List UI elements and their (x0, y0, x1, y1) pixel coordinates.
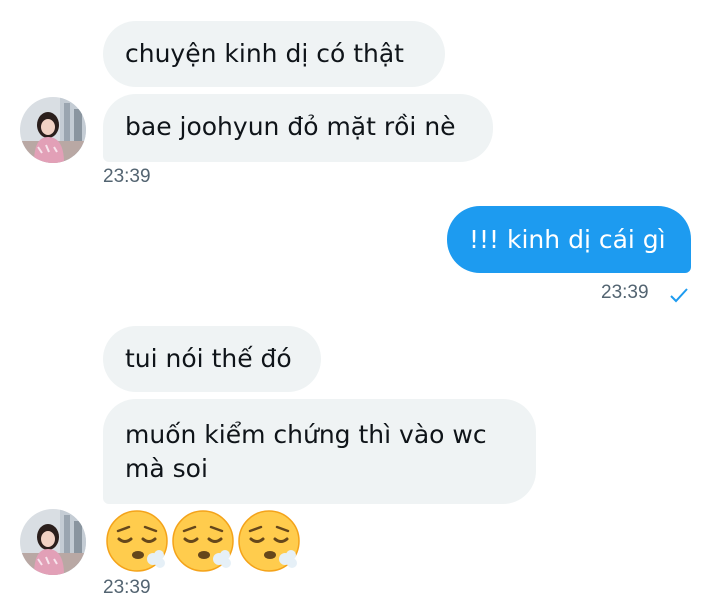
message-text: chuyện kinh dị có thật (125, 39, 404, 68)
message-text: !!! kinh dị cái gì (469, 225, 666, 254)
message-timestamp: 23:39 (601, 282, 649, 303)
avatar-photo (20, 97, 86, 163)
message-timestamp: 23:39 (103, 166, 151, 187)
tired-face-emoji (238, 510, 300, 572)
message-text-line: muốn kiểm chứng thì vào wc (125, 420, 487, 449)
message-timestamp: 23:39 (103, 577, 151, 598)
message-text-line: mà soi (125, 454, 208, 483)
avatar[interactable] (20, 509, 86, 575)
tired-face-emoji (172, 510, 234, 572)
incoming-message-bubble[interactable]: bae joohyun đỏ mặt rồi nè (103, 94, 493, 162)
message-text: bae joohyun đỏ mặt rồi nè (125, 112, 456, 141)
avatar-photo (20, 509, 86, 575)
message-text: tui nói thế đó (125, 344, 292, 373)
sent-check-icon (670, 288, 688, 303)
incoming-message-bubble[interactable]: muốn kiểm chứng thì vào wc mà soi (103, 399, 536, 504)
avatar[interactable] (20, 97, 86, 163)
incoming-message-bubble[interactable]: chuyện kinh dị có thật (103, 21, 445, 87)
outgoing-message-bubble[interactable]: !!! kinh dị cái gì (447, 206, 691, 273)
tired-face-emoji (106, 510, 168, 572)
incoming-message-bubble[interactable]: tui nói thế đó (103, 326, 321, 392)
